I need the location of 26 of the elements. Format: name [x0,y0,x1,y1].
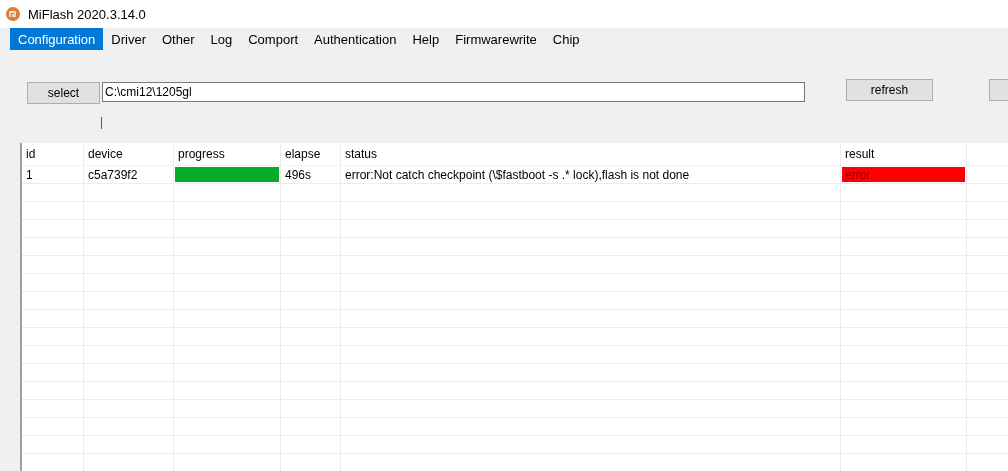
column-header: status [345,147,377,161]
window-title: MiFlash 2020.3.14.0 [28,6,146,22]
path-field[interactable]: C:\cmi12\1205gl [102,82,805,102]
app-logo-icon [6,7,20,21]
menu-item[interactable]: Driver [103,28,154,50]
table-cell: 1 [26,167,33,182]
column-header: elapse [285,147,321,161]
menu-item[interactable]: Firmwarewrite [447,28,545,50]
table-cell: 496s [285,167,312,182]
column-header: device [88,147,123,161]
result-badge: error [842,167,965,182]
menu-item[interactable]: Authentication [306,28,405,50]
menu-item[interactable]: Chip [544,28,588,50]
select-button[interactable]: select [27,82,100,104]
menu-item[interactable]: Configuration [10,28,104,50]
menu-item[interactable]: Comport [240,28,307,50]
column-header: result [845,147,875,161]
menu-item[interactable]: Log [202,28,241,50]
refresh-button[interactable]: refresh [846,79,933,101]
table-cell: c5a739f2 [88,167,138,182]
column-header: progress [178,147,225,161]
menu-item[interactable]: Other [154,28,203,50]
table-cell: error:Not catch checkpoint (\$fastboot -s .* lock),flash is not done [345,167,690,182]
text-cursor [101,117,102,129]
menu-item[interactable]: Help [404,28,448,50]
column-header: id [26,147,36,161]
